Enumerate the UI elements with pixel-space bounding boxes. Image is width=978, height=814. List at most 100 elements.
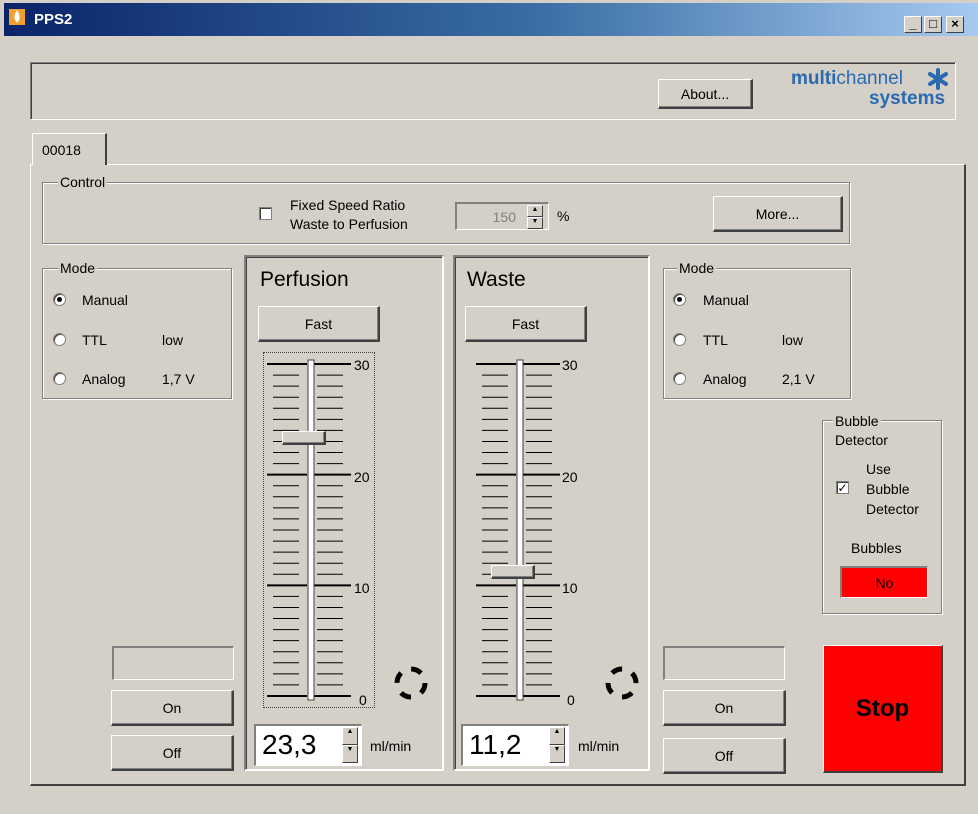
waste-slider-scale <box>476 359 560 701</box>
slider-track[interactable] <box>307 359 315 701</box>
left-mode-manual-radio[interactable] <box>53 293 66 306</box>
right-mode-ttl-radio[interactable] <box>673 333 686 346</box>
use-bubble-label-2: Bubble <box>866 481 910 497</box>
right-mode-analog-label: Analog <box>703 371 747 387</box>
perfusion-slider-scale <box>267 359 351 701</box>
spin-up-icon[interactable]: ▲ <box>342 727 358 745</box>
use-bubble-detector-checkbox[interactable]: ✓ <box>836 481 849 494</box>
perfusion-tick-30: 30 <box>354 357 370 373</box>
right-on-button[interactable]: On <box>663 690 786 726</box>
more-button[interactable]: More... <box>713 196 843 232</box>
perfusion-slider-thumb[interactable] <box>282 431 326 446</box>
perfusion-title: Perfusion <box>260 268 349 291</box>
maximize-icon: □ <box>929 16 937 31</box>
fixed-ratio-label-2: Waste to Perfusion <box>290 216 408 232</box>
about-label: About... <box>680 85 730 102</box>
fixed-ratio-checkbox[interactable] <box>259 207 272 220</box>
waste-rotation-icon <box>605 666 639 700</box>
left-mode-analog-label: Analog <box>82 371 126 387</box>
ratio-spinner[interactable]: ▲ ▼ <box>527 205 543 229</box>
waste-tick-20: 20 <box>562 469 578 485</box>
waste-unit: ml/min <box>578 738 620 754</box>
bubbles-label: Bubbles <box>851 540 902 556</box>
more-label: More... <box>755 205 800 222</box>
logo-text-bold: multi <box>791 68 837 89</box>
left-mode-ttl-radio[interactable] <box>53 333 66 346</box>
bubble-legend-2: Detector <box>835 432 888 448</box>
minimize-button[interactable]: _ <box>904 16 922 33</box>
window-title: PPS2 <box>34 11 73 28</box>
right-ttl-state: low <box>782 332 804 348</box>
left-on-button[interactable]: On <box>111 690 234 726</box>
left-on-label: On <box>162 699 182 716</box>
perfusion-spinner[interactable]: ▲ ▼ <box>342 727 358 763</box>
control-legend: Control <box>58 174 108 190</box>
right-mode-ttl-label: TTL <box>703 332 728 348</box>
right-mode-manual-radio[interactable] <box>673 293 686 306</box>
right-on-label: On <box>714 699 734 716</box>
spin-up-icon[interactable]: ▲ <box>527 205 543 217</box>
right-off-label: Off <box>714 747 734 764</box>
logo-text-systems: systems <box>869 88 946 109</box>
ratio-unit: % <box>557 208 570 224</box>
asterisk-logo-icon <box>928 68 948 90</box>
waste-value-input[interactable]: 11,2 ▲ ▼ <box>461 724 569 766</box>
perfusion-tick-0: 0 <box>359 692 367 708</box>
left-status-display <box>112 646 234 680</box>
left-ttl-state: low <box>162 332 184 348</box>
perfusion-tick-20: 20 <box>354 469 370 485</box>
maximize-button[interactable]: □ <box>924 16 942 33</box>
left-mode-manual-label: Manual <box>82 292 128 308</box>
waste-slider-thumb[interactable] <box>491 565 535 580</box>
waste-spinner[interactable]: ▲ ▼ <box>549 727 565 763</box>
waste-title: Waste <box>467 268 526 291</box>
close-icon: × <box>951 16 959 31</box>
spin-up-icon[interactable]: ▲ <box>549 727 565 745</box>
waste-value: 11,2 <box>469 729 522 760</box>
perfusion-unit: ml/min <box>370 738 412 754</box>
left-mode-analog-radio[interactable] <box>53 372 66 385</box>
left-off-label: Off <box>162 744 182 761</box>
spin-down-icon[interactable]: ▼ <box>527 217 543 229</box>
right-mode-legend: Mode <box>677 260 717 276</box>
use-bubble-label-1: Use <box>866 461 891 477</box>
right-mode-group <box>663 268 851 399</box>
slider-track[interactable] <box>516 359 524 701</box>
minimize-icon: _ <box>909 16 917 31</box>
left-analog-value: 1,7 V <box>162 371 195 387</box>
perfusion-fast-button[interactable]: Fast <box>258 306 380 342</box>
waste-tick-10: 10 <box>562 580 578 596</box>
title-bar: PPS2 _ □ × <box>4 3 978 36</box>
left-off-button[interactable]: Off <box>111 735 234 771</box>
right-mode-analog-radio[interactable] <box>673 372 686 385</box>
header-panel: About... multichannel systems <box>30 62 956 120</box>
stop-label: Stop <box>855 694 910 722</box>
use-bubble-label-3: Detector <box>866 501 919 517</box>
app-window: PPS2 _ □ × About... multichannel systems… <box>0 0 978 814</box>
tab-00018[interactable]: 00018 <box>32 133 107 165</box>
perfusion-fast-label: Fast <box>304 315 333 332</box>
spin-down-icon[interactable]: ▼ <box>549 745 565 763</box>
right-off-button[interactable]: Off <box>663 738 786 774</box>
right-status-display <box>663 646 785 680</box>
waste-fast-button[interactable]: Fast <box>465 306 587 342</box>
perfusion-rotation-icon <box>394 666 428 700</box>
app-icon <box>9 9 25 25</box>
about-button[interactable]: About... <box>658 79 753 109</box>
right-analog-value: 2,1 V <box>782 371 815 387</box>
fixed-ratio-label-1: Fixed Speed Ratio <box>290 197 406 213</box>
perfusion-value-input[interactable]: 23,3 ▲ ▼ <box>254 724 362 766</box>
left-mode-legend: Mode <box>58 260 98 276</box>
waste-fast-label: Fast <box>511 315 540 332</box>
spin-down-icon[interactable]: ▼ <box>342 745 358 763</box>
perfusion-tick-10: 10 <box>354 580 370 596</box>
bubbles-status: No <box>875 574 894 591</box>
checkmark-icon: ✓ <box>837 481 848 495</box>
close-button[interactable]: × <box>946 16 964 33</box>
stop-button[interactable]: Stop <box>823 645 943 773</box>
logo-text: channel <box>836 68 903 89</box>
tab-label: 00018 <box>42 142 81 158</box>
left-mode-ttl-label: TTL <box>82 332 107 348</box>
ratio-input[interactable]: 150 ▲ ▼ <box>455 202 549 230</box>
bubble-legend-1: Bubble <box>833 413 881 429</box>
